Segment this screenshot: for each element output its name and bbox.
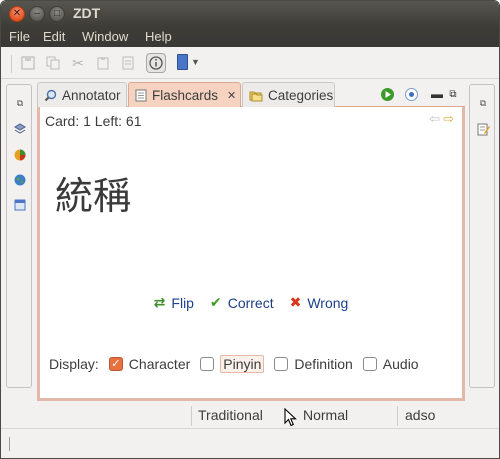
correct-label: Correct (227, 294, 274, 311)
magnifier-icon (44, 88, 57, 102)
tab-flashcards[interactable]: Flashcards ✕ (128, 82, 241, 107)
clipboard-icon (122, 56, 134, 70)
status-script: Traditional (198, 407, 263, 423)
play-button[interactable] (379, 86, 395, 102)
display-label: Display: (49, 356, 99, 372)
restore-icon[interactable]: ⧉ (12, 95, 28, 111)
clipboard-button[interactable] (118, 53, 138, 73)
info-button[interactable] (146, 53, 166, 73)
pie-chart-icon[interactable] (12, 147, 28, 163)
globe-icon[interactable] (12, 172, 28, 188)
status-mode: Normal (303, 407, 349, 423)
tab-categories-label: Categories (268, 87, 334, 103)
menu-help[interactable]: Help (145, 29, 172, 44)
tab-annotator[interactable]: Annotator (37, 82, 127, 107)
card-navigation: ⇦ ⇨ (429, 111, 454, 127)
correct-button[interactable]: ✔ Correct (210, 294, 274, 311)
card-counter: Card: 1 Left: 61 (45, 113, 142, 129)
cut-button[interactable]: ✂ (68, 53, 88, 73)
arrow-right-icon[interactable]: ⇨ (443, 111, 454, 127)
status-bar: Traditional Normal adso (1, 404, 499, 428)
menu-file[interactable]: File (9, 29, 30, 44)
toolbar: ✂ ▼ (1, 47, 499, 79)
record-button[interactable] (403, 86, 419, 102)
bottom-trim-line (9, 437, 10, 451)
card-actions: ⇄ Flip ✔ Correct ✖ Wrong (40, 294, 462, 311)
view-tab-bar: Annotator Flashcards ✕ Categories ▬ ⧉ (37, 81, 465, 107)
cross-icon: ✖ (289, 294, 302, 310)
chevron-down-icon[interactable]: ▼ (191, 57, 200, 67)
arrow-left-icon[interactable]: ⇦ (429, 111, 440, 127)
flip-button[interactable]: ⇄ Flip (154, 294, 194, 311)
definition-option[interactable]: Definition (274, 356, 353, 372)
play-icon (380, 87, 394, 101)
flashcards-view: Annotator Flashcards ✕ Categories ▬ ⧉ Ca… (37, 81, 465, 401)
character-checkbox[interactable]: ✓ (108, 357, 123, 371)
maximize-window-button[interactable]: □ (49, 6, 65, 22)
app-window: ✕ – □ ZDT File Edit Window Help ✂ ▼ ⧉ ⧉ … (0, 0, 500, 459)
right-side-panel: ⧉ (469, 84, 495, 388)
info-icon (149, 56, 163, 70)
flashcard-area: Card: 1 Left: 61 ⇦ ⇨ 統稱 ⇄ Flip ✔ Correct… (37, 107, 465, 401)
pinyin-checkbox[interactable] (200, 357, 215, 371)
copy-button[interactable] (43, 53, 63, 73)
paste-icon (97, 57, 109, 70)
flip-label: Flip (171, 294, 194, 311)
save-icon (21, 56, 35, 70)
save-button[interactable] (18, 53, 38, 73)
copy-icon (46, 56, 60, 70)
restore-icon[interactable]: ⧉ (475, 95, 491, 111)
audio-checkbox[interactable] (362, 357, 377, 371)
close-icon[interactable]: ✕ (227, 89, 236, 102)
audio-option[interactable]: Audio (362, 356, 419, 372)
document-icon (135, 88, 147, 102)
window-panel-icon[interactable] (12, 197, 28, 213)
folders-icon (249, 88, 263, 102)
menu-window[interactable]: Window (82, 29, 128, 44)
wrong-label: Wrong (307, 294, 349, 311)
definition-checkbox[interactable] (274, 357, 289, 371)
close-window-button[interactable]: ✕ (9, 6, 25, 22)
tab-flashcards-label: Flashcards (152, 87, 219, 103)
toolbar-separator (11, 55, 12, 73)
title-bar[interactable]: ✕ – □ ZDT (1, 1, 499, 27)
maximize-view-icon[interactable]: ⧉ (445, 86, 461, 102)
bottom-trim (1, 428, 499, 458)
window-title: ZDT (73, 5, 101, 21)
menu-bar: File Edit Window Help (1, 27, 499, 47)
character-option-label: Character (128, 356, 191, 372)
dictionary-book-icon[interactable] (177, 54, 188, 70)
stack-icon[interactable] (12, 121, 28, 137)
pinyin-option[interactable]: Pinyin (200, 355, 265, 373)
wrong-button[interactable]: ✖ Wrong (290, 294, 349, 311)
audio-option-label: Audio (382, 356, 419, 372)
tab-annotator-label: Annotator (62, 87, 121, 103)
status-dictionary: adso (405, 407, 436, 423)
flip-icon: ⇄ (153, 294, 166, 310)
tab-categories[interactable]: Categories (242, 82, 335, 107)
character-option[interactable]: ✓ Character (108, 356, 191, 372)
paste-button[interactable] (93, 53, 113, 73)
flashcard-character: 統稱 (55, 174, 132, 218)
left-side-panel: ⧉ (6, 84, 32, 388)
record-icon (404, 87, 418, 101)
display-options: Display: ✓ Character Pinyin Definition A… (49, 355, 419, 373)
cut-icon: ✂ (72, 54, 84, 71)
status-separator (397, 406, 398, 426)
definition-option-label: Definition (294, 356, 353, 372)
status-separator (191, 406, 192, 426)
checkmark-icon: ✔ (209, 294, 222, 310)
mouse-pointer-icon (284, 408, 297, 427)
minimize-view-icon[interactable]: ▬ (429, 86, 445, 102)
minimize-window-button[interactable]: – (29, 6, 45, 22)
pinyin-option-label: Pinyin (220, 355, 265, 373)
notepad-icon[interactable] (475, 121, 491, 137)
menu-edit[interactable]: Edit (43, 29, 65, 44)
